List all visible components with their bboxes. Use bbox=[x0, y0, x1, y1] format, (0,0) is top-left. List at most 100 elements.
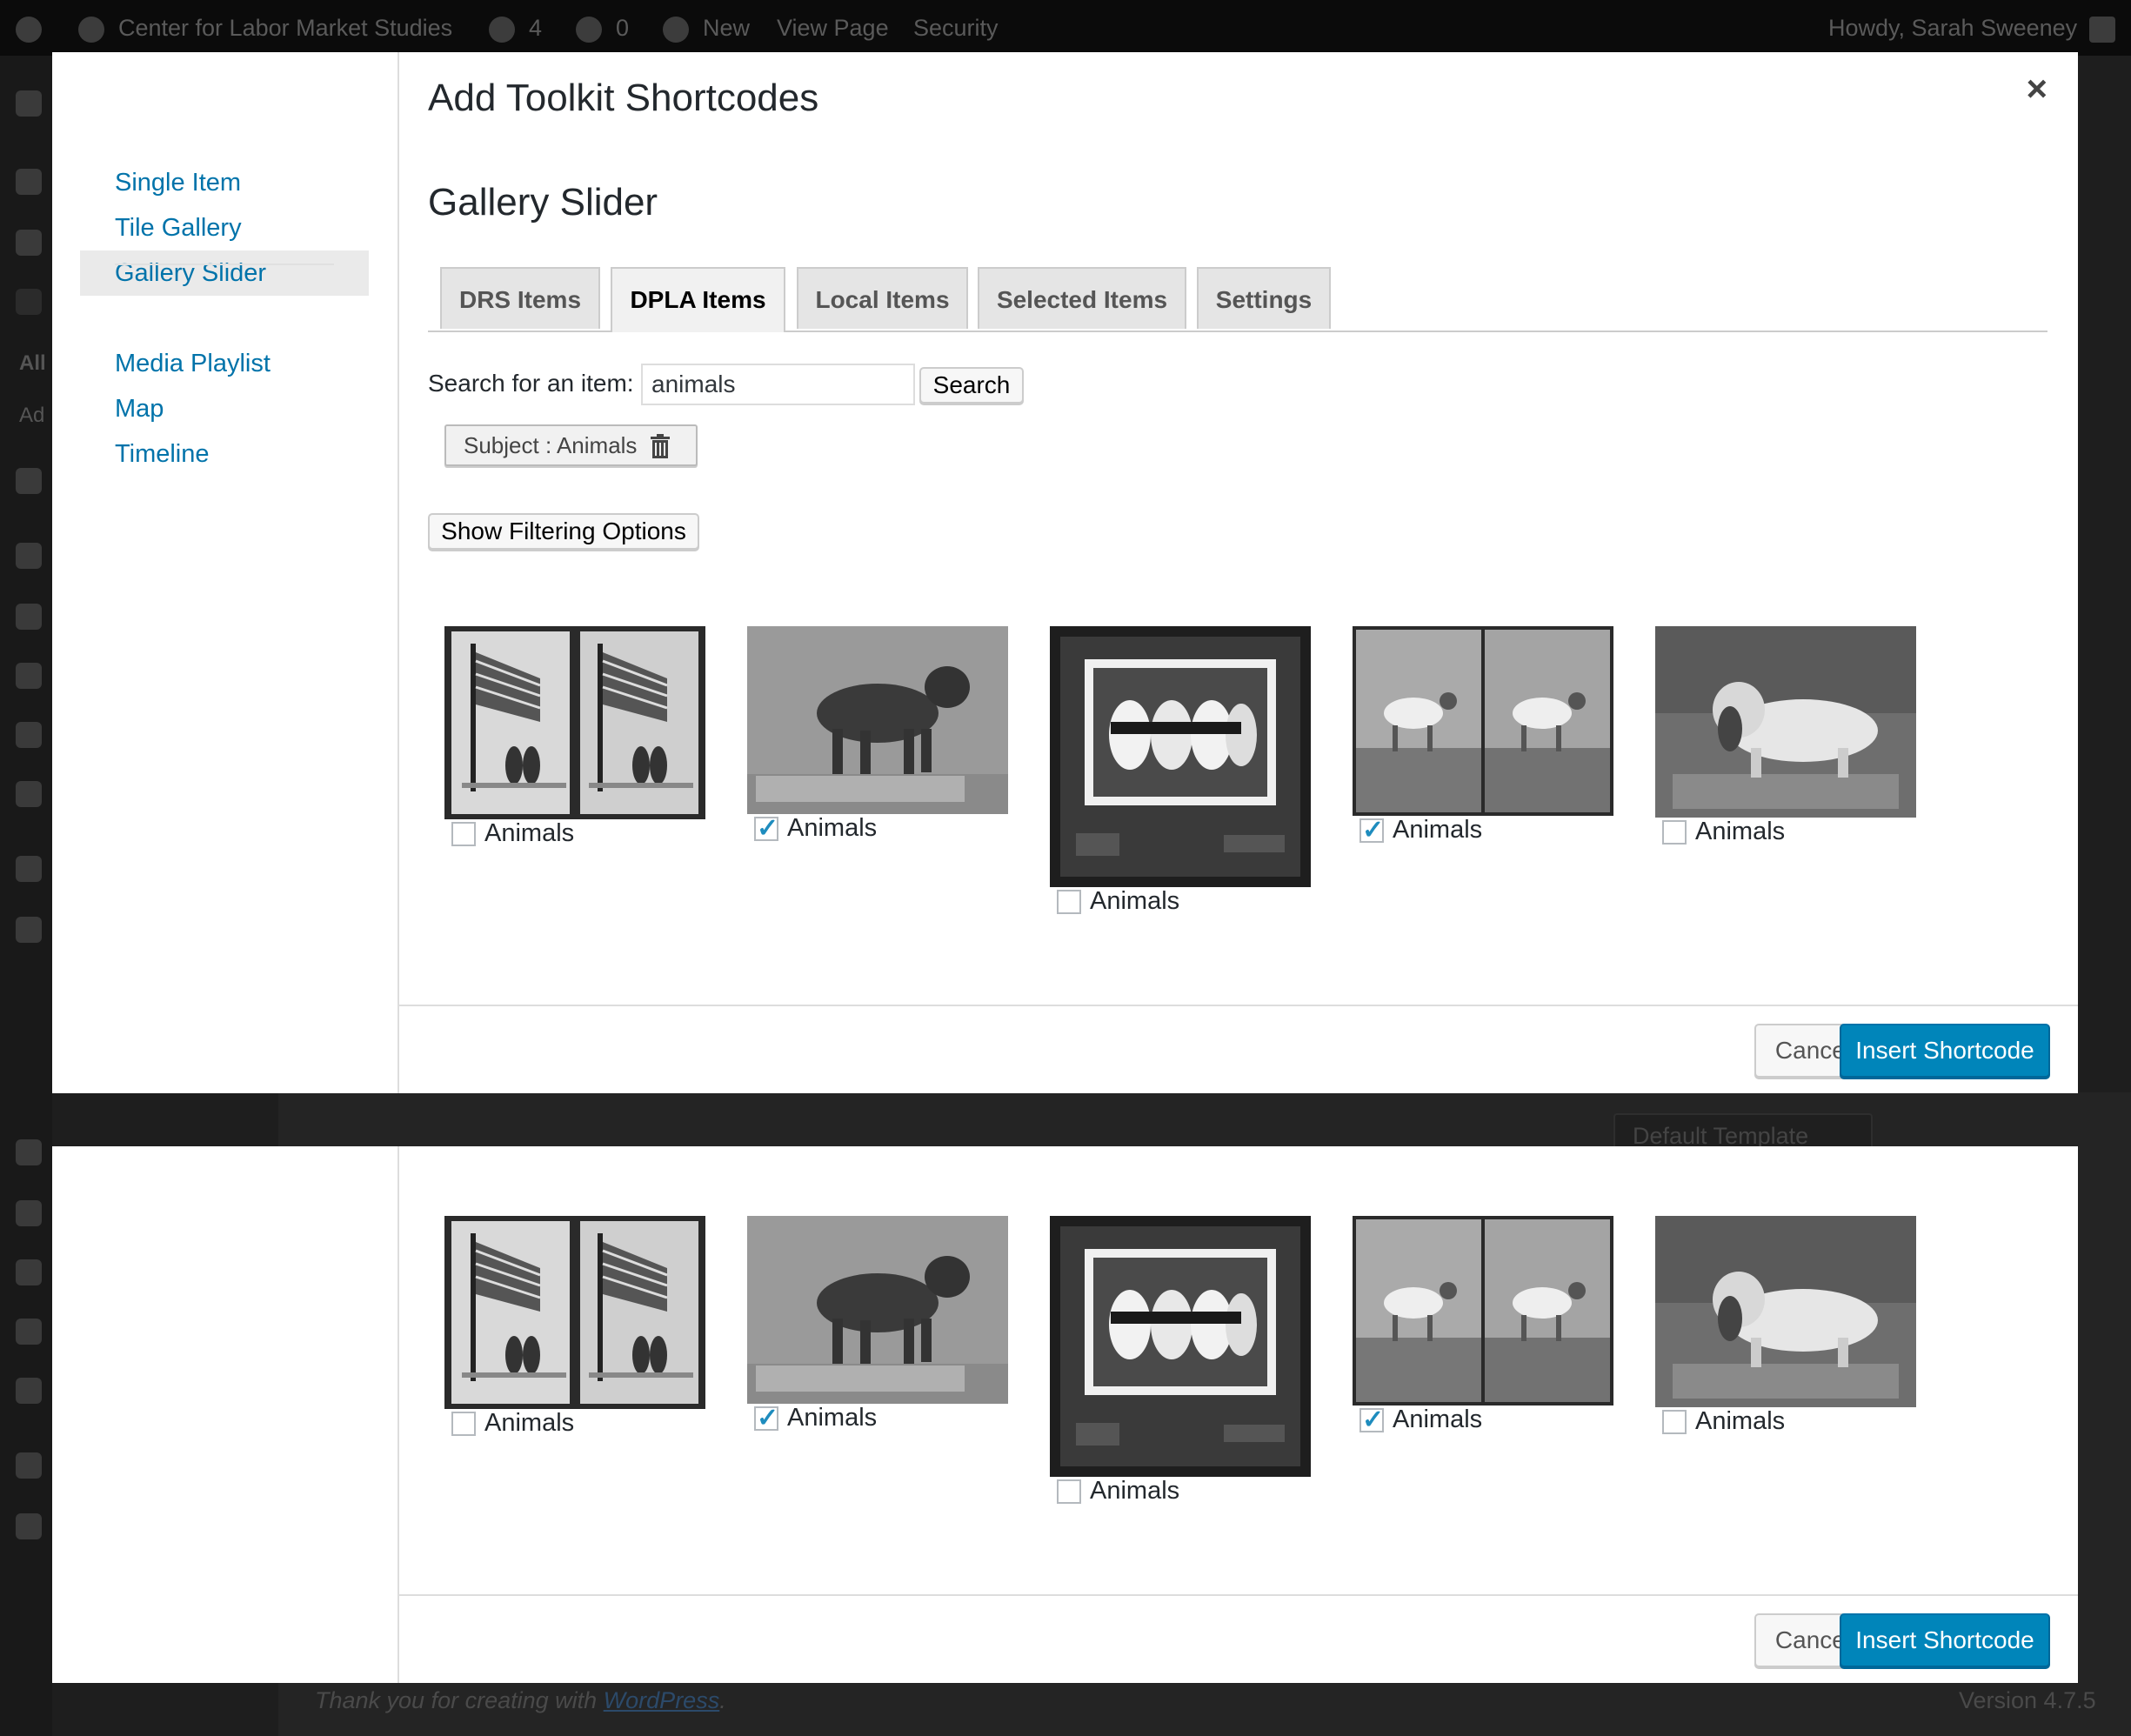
insert-shortcode-button[interactable]: Insert Shortcode bbox=[1840, 1613, 2050, 1667]
item-thumbnail[interactable] bbox=[1353, 1216, 1613, 1405]
item-label[interactable]: Animals bbox=[1359, 815, 1483, 845]
menu-item-media-playlist[interactable]: Media Playlist bbox=[80, 341, 369, 386]
search-input[interactable]: animals bbox=[641, 364, 915, 405]
settings-icon[interactable] bbox=[16, 781, 42, 807]
admin-bar-comments[interactable]: 0 bbox=[576, 0, 629, 56]
sidebar-all-text[interactable]: All bbox=[19, 351, 46, 376]
tab-drs-items[interactable]: DRS Items bbox=[440, 267, 600, 329]
admin-bar-account[interactable]: Howdy, Sarah Sweeney bbox=[1828, 0, 2116, 56]
menu-item-timeline[interactable]: Timeline bbox=[80, 431, 369, 477]
shortcode-modal: Single Item Tile Gallery Gallery Slider … bbox=[52, 52, 2078, 1093]
comments-count: 0 bbox=[616, 15, 630, 41]
media-icon[interactable] bbox=[16, 230, 42, 256]
tab-settings[interactable]: Settings bbox=[1197, 267, 1331, 329]
item-label[interactable]: Animals bbox=[1662, 818, 1785, 846]
admin-bar-site[interactable]: Center for Labor Market Studies bbox=[78, 0, 452, 56]
item-thumbnail[interactable] bbox=[1353, 626, 1613, 816]
modal-title: Add Toolkit Shortcodes bbox=[428, 77, 819, 119]
appearance-icon[interactable] bbox=[16, 543, 42, 569]
item-checkbox[interactable] bbox=[1057, 890, 1081, 915]
sidebar-add-text[interactable]: Ad bbox=[19, 404, 44, 428]
admin-sidebar: All Ad bbox=[0, 56, 52, 1736]
item-checkbox[interactable] bbox=[754, 813, 778, 844]
users-icon[interactable] bbox=[16, 663, 42, 689]
modal-content: Animals Animals bbox=[399, 1146, 2078, 1683]
item-checkbox[interactable] bbox=[1057, 1479, 1081, 1505]
item-checkbox[interactable] bbox=[754, 1403, 778, 1433]
item-label-text: Animals bbox=[1695, 1407, 1786, 1435]
modal-toolbar: Cancel Insert Shortcode bbox=[399, 1005, 2078, 1093]
item-label[interactable]: Animals bbox=[1057, 1477, 1179, 1506]
item-label[interactable]: Animals bbox=[1359, 1405, 1483, 1435]
admin-bar-new[interactable]: New bbox=[663, 0, 750, 56]
item-thumbnail[interactable] bbox=[747, 1216, 1008, 1404]
insert-shortcode-button[interactable]: Insert Shortcode bbox=[1840, 1024, 2050, 1078]
tab-selected-items[interactable]: Selected Items bbox=[978, 267, 1186, 329]
footer-thanks-suffix: . bbox=[719, 1687, 726, 1713]
item-checkbox[interactable] bbox=[451, 822, 476, 847]
item-label[interactable]: Animals bbox=[1662, 1407, 1785, 1436]
plugins-icon[interactable] bbox=[16, 1200, 42, 1226]
item-label[interactable]: Animals bbox=[1057, 887, 1179, 916]
menu-item-single-item[interactable]: Single Item bbox=[80, 160, 369, 205]
item-thumbnail[interactable] bbox=[1655, 1216, 1916, 1407]
item-thumbnail[interactable] bbox=[1050, 1216, 1311, 1477]
dashboard-icon[interactable] bbox=[16, 90, 42, 117]
shield-icon[interactable] bbox=[16, 1452, 42, 1479]
item-label[interactable]: Animals bbox=[754, 1403, 877, 1433]
admin-bar-security[interactable]: Security bbox=[913, 0, 999, 56]
item-label[interactable]: Animals bbox=[451, 819, 574, 848]
tab-bar: DRS Items DPLA Items Local Items Selecte… bbox=[428, 267, 2047, 332]
modal-toolbar: Cancel Insert Shortcode bbox=[399, 1594, 2078, 1683]
plus-icon bbox=[663, 16, 689, 43]
close-icon[interactable]: × bbox=[2026, 68, 2047, 110]
item-thumbnail[interactable] bbox=[444, 1216, 705, 1409]
users-icon[interactable] bbox=[16, 1259, 42, 1285]
item-checkbox[interactable] bbox=[451, 1412, 476, 1437]
footer-version: Version 4.7.5 bbox=[1959, 1687, 2096, 1713]
settings-icon[interactable] bbox=[16, 1378, 42, 1404]
filter-tag[interactable]: Subject : Animals bbox=[444, 424, 698, 466]
wordpress-logo-icon[interactable] bbox=[16, 0, 56, 56]
comments-icon bbox=[576, 16, 602, 43]
appearance-icon[interactable] bbox=[16, 1139, 42, 1165]
results-grid: Animals Animals bbox=[399, 1216, 2052, 1581]
item-thumbnail[interactable] bbox=[444, 626, 705, 819]
posts-icon[interactable] bbox=[16, 169, 42, 195]
item-checkbox[interactable] bbox=[1359, 815, 1384, 845]
shield-icon[interactable] bbox=[16, 856, 42, 882]
item-thumbnail[interactable] bbox=[747, 626, 1008, 814]
trash-icon[interactable] bbox=[650, 434, 671, 458]
menu-item-map[interactable]: Map bbox=[80, 386, 369, 431]
item-label-text: Animals bbox=[484, 1409, 575, 1437]
item-label[interactable]: Animals bbox=[451, 1409, 574, 1438]
show-filtering-options-button[interactable]: Show Filtering Options bbox=[428, 513, 699, 550]
plugins-icon[interactable] bbox=[16, 604, 42, 630]
collapse-icon[interactable] bbox=[16, 1513, 42, 1539]
tools-icon[interactable] bbox=[16, 722, 42, 748]
wordpress-link[interactable]: WordPress bbox=[604, 1687, 720, 1713]
site-name: Center for Labor Market Studies bbox=[118, 15, 453, 41]
pages-icon[interactable] bbox=[16, 289, 42, 315]
menu-separator bbox=[115, 264, 334, 265]
item-checkbox[interactable] bbox=[1662, 820, 1687, 845]
item-thumbnail[interactable] bbox=[1655, 626, 1916, 818]
menu-item-tile-gallery[interactable]: Tile Gallery bbox=[80, 205, 369, 250]
item-label-text: Animals bbox=[1393, 1405, 1483, 1433]
menu-item-gallery-slider[interactable]: Gallery Slider bbox=[80, 250, 369, 296]
comments-icon[interactable] bbox=[16, 468, 42, 494]
admin-bar-view-page[interactable]: View Page bbox=[777, 0, 889, 56]
updates-count: 4 bbox=[529, 15, 543, 41]
item-checkbox[interactable] bbox=[1359, 1405, 1384, 1435]
collapse-icon[interactable] bbox=[16, 917, 42, 943]
tools-icon[interactable] bbox=[16, 1319, 42, 1345]
item-label[interactable]: Animals bbox=[754, 813, 877, 844]
search-button[interactable]: Search bbox=[919, 367, 1024, 404]
item-label-text: Animals bbox=[1695, 818, 1786, 845]
item-label-text: Animals bbox=[1393, 816, 1483, 844]
item-thumbnail[interactable] bbox=[1050, 626, 1311, 887]
admin-bar-updates[interactable]: 4 bbox=[489, 0, 542, 56]
item-checkbox[interactable] bbox=[1662, 1410, 1687, 1435]
tab-dpla-items[interactable]: DPLA Items bbox=[611, 267, 785, 332]
tab-local-items[interactable]: Local Items bbox=[797, 267, 968, 329]
